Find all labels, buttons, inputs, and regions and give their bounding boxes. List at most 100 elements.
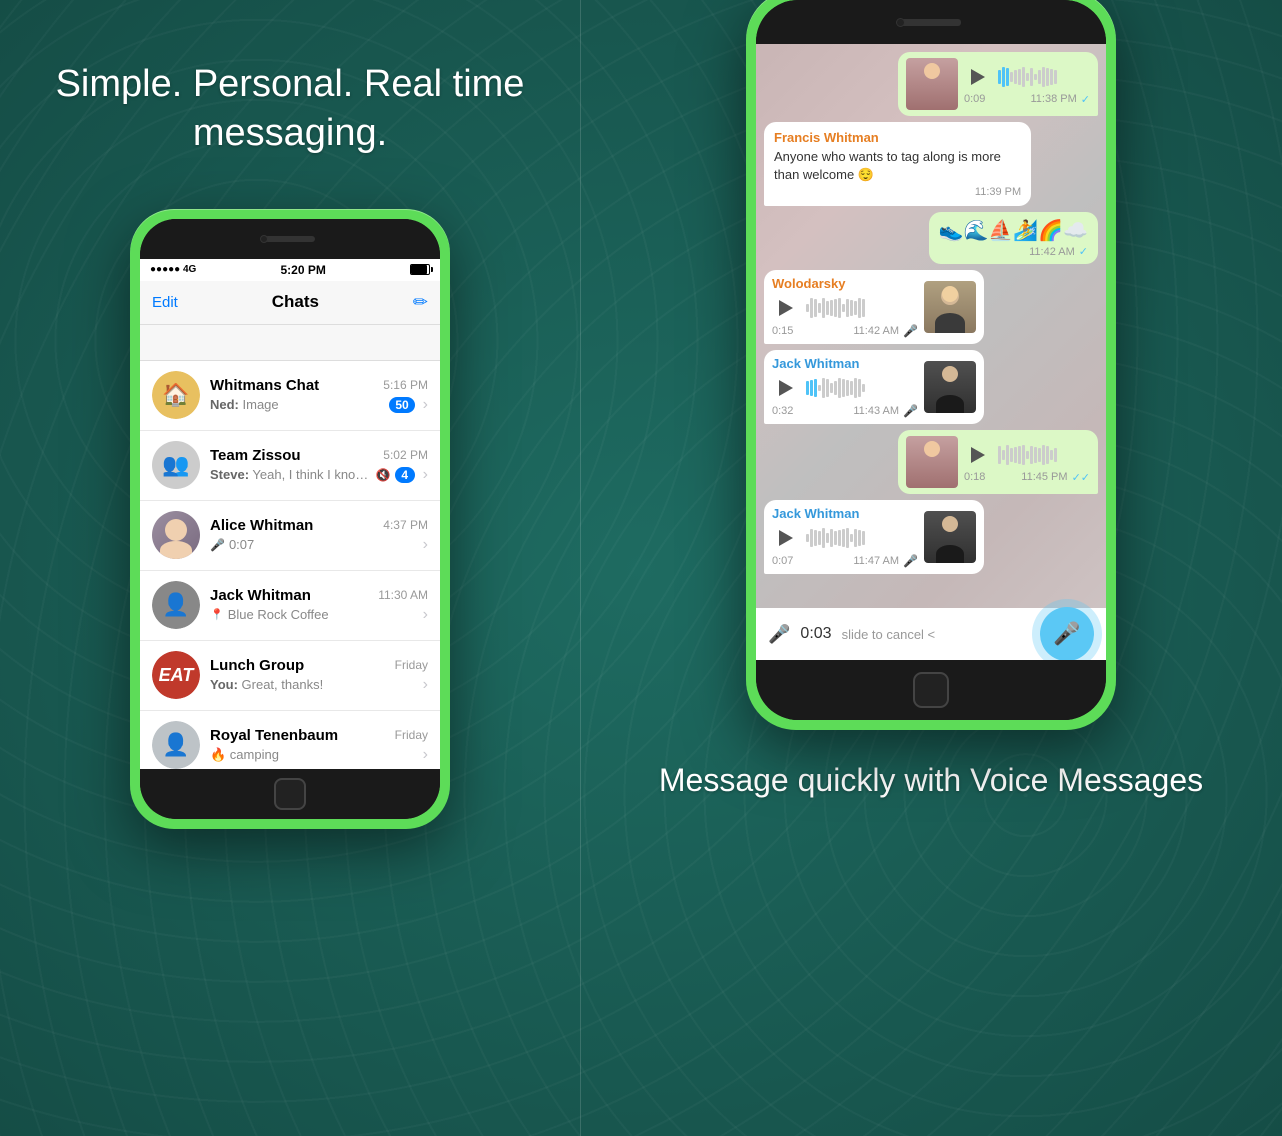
recording-bar: 🎤 0:03 slide to cancel < 🎤	[756, 608, 1106, 660]
right-panel: 0:09 11:38 PM ✓ Francis Whitman Anyone w…	[580, 0, 1282, 1136]
mic-icon: 🎤	[903, 554, 918, 568]
avatar: 👥	[152, 441, 200, 489]
message-footer: 11:39 PM	[774, 186, 1021, 198]
chevron-right-icon: ›	[423, 536, 428, 554]
chat-header: Jack Whitman 11:30 AM	[210, 587, 428, 604]
list-item[interactable]: Jack Whitman 11:30 AM 📍 Blue Rock Coffee…	[140, 571, 440, 641]
play-button[interactable]	[964, 63, 992, 91]
phone-top-bar	[140, 219, 440, 259]
edit-button[interactable]: Edit	[152, 294, 178, 311]
list-item[interactable]: 👥 Team Zissou 5:02 PM Steve: Yeah, I thi…	[140, 431, 440, 501]
message-time: 0:32	[772, 405, 793, 417]
chat-header: Team Zissou 5:02 PM	[210, 447, 428, 464]
message-list: 0:09 11:38 PM ✓ Francis Whitman Anyone w…	[756, 44, 1106, 608]
chat-name: Team Zissou	[210, 447, 301, 464]
chat-preview: 🎤 0:07 ›	[210, 536, 428, 554]
list-item[interactable]: EAT Lunch Group Friday You: Great, thank…	[140, 641, 440, 711]
message-bubble: Jack Whitman	[764, 350, 984, 424]
message-time: 0:07	[772, 555, 793, 567]
chat-content: Jack Whitman 11:30 AM 📍 Blue Rock Coffee…	[210, 587, 428, 624]
voice-controls	[772, 524, 918, 552]
message-time: 0:09	[964, 93, 985, 105]
location-icon: 📍	[210, 608, 224, 621]
phone-home-area	[756, 660, 1106, 720]
chat-preview: You: Great, thanks! ›	[210, 676, 428, 694]
chat-preview: 📍 Blue Rock Coffee ›	[210, 606, 428, 624]
voice-photo	[924, 361, 976, 413]
clock: 5:20 PM	[280, 263, 325, 277]
message-timestamp: 11:39 PM	[975, 186, 1021, 198]
home-button[interactable]	[913, 672, 949, 708]
message-footer: 11:42 AM ✓	[939, 245, 1088, 258]
play-button[interactable]	[964, 441, 992, 469]
avatar-image: EAT	[152, 651, 200, 699]
chat-name: Alice Whitman	[210, 517, 313, 534]
mic-icon: 🎤	[210, 538, 225, 552]
chevron-right-icon: ›	[423, 746, 428, 764]
read-receipt: ✓	[1081, 93, 1090, 106]
waveform	[998, 445, 1090, 465]
left-phone: ●●●●● 4G 5:20 PM Edit Chats ✏	[130, 209, 450, 829]
chat-time: Friday	[395, 728, 428, 742]
avatar-image	[152, 371, 200, 419]
slide-to-cancel-text: slide to cancel <	[842, 627, 1030, 642]
message-footer: 0:07 11:47 AM 🎤	[772, 554, 918, 568]
right-phone: 0:09 11:38 PM ✓ Francis Whitman Anyone w…	[746, 0, 1116, 730]
nav-bar: Edit Chats ✏	[140, 281, 440, 325]
compose-button[interactable]: ✏	[413, 292, 428, 313]
home-button[interactable]	[274, 778, 306, 810]
unread-badge: 50	[389, 397, 414, 413]
message-bubble: Francis Whitman Anyone who wants to tag …	[764, 122, 1031, 206]
voice-content: 0:18 11:45 PM ✓✓	[964, 441, 1090, 484]
avatar	[152, 581, 200, 629]
message-bubble: 👟🌊⛵🏄🌈☁️ 11:42 AM ✓	[929, 212, 1098, 264]
camera-icon	[896, 18, 905, 27]
chat-header: Royal Tenenbaum Friday	[210, 727, 428, 744]
message-time: 0:15	[772, 325, 793, 337]
voice-content: Wolodarsky	[772, 276, 918, 338]
avatar-image	[152, 721, 200, 769]
avatar-image	[906, 436, 958, 488]
chat-preview: Ned: Image 50 ›	[210, 396, 428, 414]
message-bubble: 0:09 11:38 PM ✓	[898, 52, 1098, 116]
waveform	[806, 298, 918, 318]
chat-name: Whitmans Chat	[210, 377, 319, 394]
voice-content: Jack Whitman	[772, 356, 918, 418]
play-button[interactable]	[772, 294, 800, 322]
chat-time: Friday	[395, 658, 428, 672]
signal-area: ●●●●● 4G	[150, 264, 196, 275]
chevron-right-icon: ›	[423, 396, 428, 414]
message-sender: Jack Whitman	[772, 356, 918, 371]
play-button[interactable]	[772, 524, 800, 552]
microphone-icon: 🎤	[1053, 621, 1080, 647]
message-footer: 0:18 11:45 PM ✓✓	[964, 471, 1090, 484]
preview-text: Steve: Yeah, I think I know wha...	[210, 467, 372, 482]
voice-controls	[964, 63, 1090, 91]
play-button[interactable]	[772, 374, 800, 402]
voice-content: Jack Whitman	[772, 506, 918, 568]
list-item[interactable]: Whitmans Chat 5:16 PM Ned: Image 50 ›	[140, 361, 440, 431]
avatar	[152, 721, 200, 769]
message-timestamp: 11:38 PM	[1031, 93, 1077, 105]
chat-time: 4:37 PM	[383, 518, 428, 532]
voice-photo	[906, 58, 958, 110]
voice-content: 0:09 11:38 PM ✓	[964, 63, 1090, 106]
record-button[interactable]: 🎤	[1040, 607, 1094, 660]
right-phone-inner: 0:09 11:38 PM ✓ Francis Whitman Anyone w…	[756, 0, 1106, 720]
message-timestamp: 11:47 AM	[853, 555, 899, 567]
chat-time: 5:02 PM	[383, 448, 428, 462]
nav-title: Chats	[272, 292, 319, 312]
chat-preview: Steve: Yeah, I think I know wha... 🔇 4 ›	[210, 466, 428, 484]
chat-name: Royal Tenenbaum	[210, 727, 338, 744]
list-item[interactable]: Royal Tenenbaum Friday 🔥 camping ›	[140, 711, 440, 769]
chevron-right-icon: ›	[423, 466, 428, 484]
avatar	[152, 511, 200, 559]
speaker	[265, 236, 315, 242]
preview-text: You: Great, thanks!	[210, 677, 415, 692]
list-item[interactable]: Alice Whitman 4:37 PM 🎤 0:07 ›	[140, 501, 440, 571]
message-sender: Francis Whitman	[774, 130, 1021, 145]
signal-text: ●●●●● 4G	[150, 264, 196, 275]
status-bar: ●●●●● 4G 5:20 PM	[140, 259, 440, 281]
message-timestamp: 11:43 AM	[853, 405, 899, 417]
message-sender: Wolodarsky	[772, 276, 918, 291]
